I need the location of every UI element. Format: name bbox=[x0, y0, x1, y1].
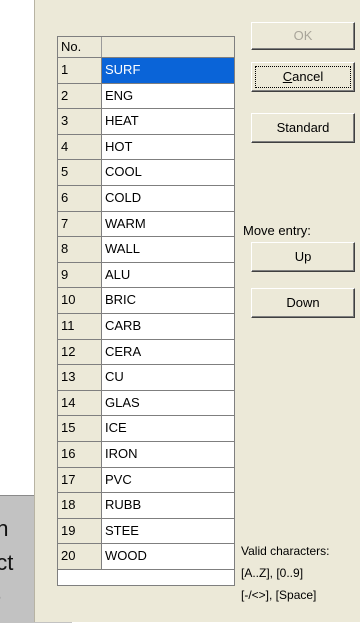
row-name-cell[interactable]: BRIC bbox=[102, 288, 234, 313]
down-button[interactable]: Down bbox=[251, 288, 355, 318]
valid-characters-letters-digits: [A..Z], [0..9] bbox=[241, 566, 304, 580]
table-row[interactable]: 15 ICE bbox=[58, 416, 234, 442]
table-row[interactable]: 5 COOL bbox=[58, 160, 234, 186]
table-row[interactable]: 3 HEAT bbox=[58, 109, 234, 135]
row-number[interactable]: 2 bbox=[58, 83, 102, 109]
table-row[interactable]: 8 WALL bbox=[58, 237, 234, 263]
table-row[interactable]: 4 HOT bbox=[58, 134, 234, 161]
row-name-cell[interactable]: CARB bbox=[102, 313, 234, 339]
column-header-name[interactable] bbox=[102, 37, 234, 57]
row-number[interactable]: 12 bbox=[58, 339, 102, 365]
table-row[interactable]: 1 SURF bbox=[58, 58, 234, 84]
table-row[interactable]: 10 BRIC bbox=[58, 288, 234, 314]
table-row[interactable]: 6 COLD bbox=[58, 185, 234, 212]
row-name-cell[interactable]: CU bbox=[102, 365, 234, 390]
row-number[interactable]: 6 bbox=[58, 185, 102, 211]
row-name-cell[interactable]: HOT bbox=[102, 134, 234, 160]
table-row[interactable]: 14 GLAS bbox=[58, 390, 234, 417]
row-name-cell[interactable]: IRON bbox=[102, 441, 234, 467]
table-row[interactable]: 16 IRON bbox=[58, 441, 234, 468]
table-row[interactable]: 20 WOOD bbox=[58, 544, 234, 570]
row-name-cell[interactable]: PVC bbox=[102, 467, 234, 493]
valid-characters-note: Valid characters: [A..Z], [0..9] [-/<>],… bbox=[241, 540, 360, 606]
valid-characters-symbols: [-/<>], [Space] bbox=[241, 588, 317, 602]
table-row[interactable]: 17 PVC bbox=[58, 467, 234, 494]
table-row[interactable]: 9 ALU bbox=[58, 262, 234, 289]
cancel-focus-rect: Cancel bbox=[255, 66, 351, 88]
row-number[interactable]: 14 bbox=[58, 390, 102, 416]
row-name-cell[interactable]: ICE bbox=[102, 416, 234, 441]
table-row[interactable]: 11 CARB bbox=[58, 313, 234, 340]
row-name-cell[interactable]: SURF bbox=[102, 58, 234, 83]
background-text-2: act bbox=[0, 550, 14, 575]
cancel-mnemonic: C bbox=[282, 69, 293, 84]
table-body: 1 SURF 2 ENG 3 HEAT 4 HOT 5 COOL 6 COLD 7 WARM 8 WALL 9 A… bbox=[58, 58, 234, 570]
row-name-cell[interactable]: ALU bbox=[102, 262, 234, 288]
table-row[interactable]: 2 ENG bbox=[58, 83, 234, 110]
cancel-label: ancel bbox=[292, 69, 324, 84]
column-header-no[interactable]: No. bbox=[58, 37, 102, 57]
row-number[interactable]: 7 bbox=[58, 211, 102, 237]
row-number[interactable]: 13 bbox=[58, 365, 102, 390]
table-row[interactable]: 12 CERA bbox=[58, 339, 234, 366]
row-number[interactable]: 11 bbox=[58, 313, 102, 339]
row-number[interactable]: 20 bbox=[58, 544, 102, 569]
row-number[interactable]: 4 bbox=[58, 134, 102, 160]
row-number[interactable]: 16 bbox=[58, 441, 102, 467]
row-number[interactable]: 18 bbox=[58, 493, 102, 518]
row-number[interactable]: 15 bbox=[58, 416, 102, 441]
row-name-cell[interactable]: STEE bbox=[102, 518, 234, 544]
table-row[interactable]: 13 CU bbox=[58, 365, 234, 391]
cancel-button[interactable]: Cancel bbox=[251, 62, 355, 92]
row-name-cell[interactable]: HEAT bbox=[102, 109, 234, 134]
row-number[interactable]: 9 bbox=[58, 262, 102, 288]
row-number[interactable]: 1 bbox=[58, 58, 102, 83]
row-number[interactable]: 8 bbox=[58, 237, 102, 262]
row-name-cell[interactable]: COOL bbox=[102, 160, 234, 185]
move-entry-label: Move entry: bbox=[243, 223, 311, 238]
table-header: No. bbox=[58, 37, 234, 58]
row-name-cell[interactable]: WOOD bbox=[102, 544, 234, 569]
row-name-cell[interactable]: WALL bbox=[102, 237, 234, 262]
standard-button[interactable]: Standard bbox=[251, 113, 355, 143]
table-row[interactable]: 18 RUBB bbox=[58, 493, 234, 519]
edit-names-dialog: No. 1 SURF 2 ENG 3 HEAT 4 HOT 5 COOL 6 COLD 7 WARM 8 WA… bbox=[34, 0, 360, 622]
row-name-cell[interactable]: COLD bbox=[102, 185, 234, 211]
row-name-cell[interactable]: GLAS bbox=[102, 390, 234, 416]
row-number[interactable]: 17 bbox=[58, 467, 102, 493]
valid-characters-title: Valid characters: bbox=[241, 544, 330, 558]
row-number[interactable]: 5 bbox=[58, 160, 102, 185]
row-number[interactable]: 3 bbox=[58, 109, 102, 134]
row-number[interactable]: 19 bbox=[58, 518, 102, 544]
up-button[interactable]: Up bbox=[251, 242, 355, 272]
row-name-cell[interactable]: RUBB bbox=[102, 493, 234, 518]
ok-button[interactable]: OK bbox=[251, 22, 355, 50]
background-text-3: le bbox=[0, 584, 1, 610]
table-row[interactable]: 7 WARM bbox=[58, 211, 234, 238]
row-name-cell[interactable]: ENG bbox=[102, 83, 234, 109]
row-name-cell[interactable]: CERA bbox=[102, 339, 234, 365]
table-row[interactable]: 19 STEE bbox=[58, 518, 234, 545]
names-table[interactable]: No. 1 SURF 2 ENG 3 HEAT 4 HOT 5 COOL 6 COLD 7 WARM 8 WA… bbox=[57, 36, 235, 586]
row-number[interactable]: 10 bbox=[58, 288, 102, 313]
background-text-1: on bbox=[0, 516, 8, 542]
row-name-cell[interactable]: WARM bbox=[102, 211, 234, 237]
